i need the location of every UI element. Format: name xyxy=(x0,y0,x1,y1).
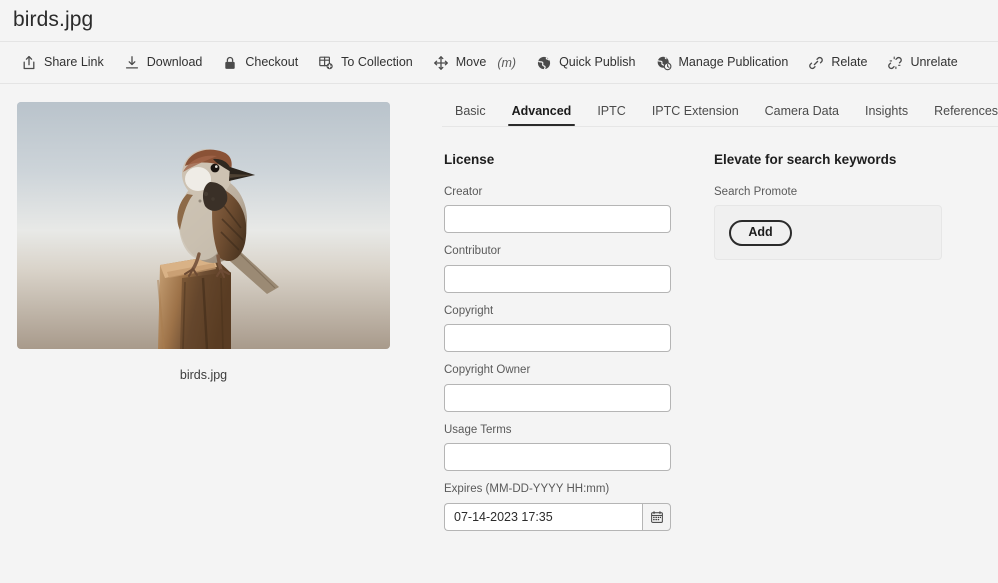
action-toolbar: Share Link Download Checkout xyxy=(0,42,998,83)
share-link-icon xyxy=(21,55,37,71)
creator-input[interactable] xyxy=(444,205,671,233)
tab-iptc-extension[interactable]: IPTC Extension xyxy=(639,105,752,127)
relate-label: Relate xyxy=(831,56,867,69)
advanced-tab-content: License Creator Contributor Copyright xyxy=(440,127,998,544)
license-section: License Creator Contributor Copyright xyxy=(440,153,713,544)
tab-iptc[interactable]: IPTC xyxy=(584,105,638,127)
to-collection-button[interactable]: To Collection xyxy=(309,48,422,78)
broken-link-icon xyxy=(887,55,903,71)
quick-publish-label: Quick Publish xyxy=(559,56,635,69)
tab-camera-data[interactable]: Camera Data xyxy=(752,105,852,127)
asset-filename-caption: birds.jpg xyxy=(17,368,390,382)
relate-button[interactable]: Relate xyxy=(799,48,876,78)
expires-field-group: Expires (MM-DD-YYYY HH:mm) xyxy=(444,484,713,531)
calendar-icon xyxy=(650,510,664,524)
license-section-title: License xyxy=(444,153,713,167)
lock-icon xyxy=(222,55,238,71)
expires-input[interactable] xyxy=(444,503,642,531)
page-header: birds.jpg xyxy=(0,0,998,41)
usage-terms-input[interactable] xyxy=(444,443,671,471)
checkout-label: Checkout xyxy=(245,56,298,69)
move-label: Move xyxy=(456,56,487,69)
elevate-section: Elevate for search keywords Search Promo… xyxy=(713,153,998,544)
manage-publication-label: Manage Publication xyxy=(679,56,789,69)
contributor-field-group: Contributor xyxy=(444,246,713,293)
tab-advanced[interactable]: Advanced xyxy=(499,105,585,127)
copyright-owner-field-group: Copyright Owner xyxy=(444,365,713,412)
search-promote-label: Search Promote xyxy=(714,187,998,199)
share-link-button[interactable]: Share Link xyxy=(12,48,113,78)
copyright-owner-label: Copyright Owner xyxy=(444,365,713,377)
add-search-promote-button[interactable]: Add xyxy=(729,220,792,246)
to-collection-label: To Collection xyxy=(341,56,413,69)
tab-references[interactable]: References xyxy=(921,105,998,127)
download-label: Download xyxy=(147,56,203,69)
copyright-label: Copyright xyxy=(444,306,713,318)
tab-advanced-label: Advanced xyxy=(512,104,572,118)
unrelate-label: Unrelate xyxy=(910,56,957,69)
tab-iptc-label: IPTC xyxy=(597,104,625,118)
expires-label: Expires (MM-DD-YYYY HH:mm) xyxy=(444,484,713,496)
bird-photo xyxy=(17,102,390,349)
page-title: birds.jpg xyxy=(13,9,93,32)
link-icon xyxy=(808,55,824,71)
tab-basic-label: Basic xyxy=(455,104,486,118)
usage-terms-label: Usage Terms xyxy=(444,425,713,437)
checkout-button[interactable]: Checkout xyxy=(213,48,307,78)
tab-references-label: References xyxy=(934,104,998,118)
copyright-input[interactable] xyxy=(444,324,671,352)
tab-camera-data-label: Camera Data xyxy=(765,104,839,118)
metadata-panel: Basic Advanced IPTC IPTC Extension Camer… xyxy=(440,84,998,583)
search-promote-box: Add xyxy=(714,205,942,260)
contributor-label: Contributor xyxy=(444,246,713,258)
tab-iptc-extension-label: IPTC Extension xyxy=(652,104,739,118)
asset-thumbnail[interactable] xyxy=(17,102,390,349)
usage-terms-field-group: Usage Terms xyxy=(444,425,713,472)
unrelate-button[interactable]: Unrelate xyxy=(878,48,966,78)
copyright-owner-input[interactable] xyxy=(444,384,671,412)
expires-date-row xyxy=(444,503,713,531)
tab-insights[interactable]: Insights xyxy=(852,105,921,127)
share-link-label: Share Link xyxy=(44,56,104,69)
asset-details-page: birds.jpg Share Link Download xyxy=(0,0,998,583)
tab-insights-label: Insights xyxy=(865,104,908,118)
download-button[interactable]: Download xyxy=(115,48,212,78)
creator-field-group: Creator xyxy=(444,187,713,234)
asset-preview-panel: birds.jpg xyxy=(0,84,440,583)
calendar-picker-button[interactable] xyxy=(642,503,671,531)
copyright-field-group: Copyright xyxy=(444,306,713,353)
move-shortcut-hint: (m) xyxy=(497,56,516,70)
move-button[interactable]: Move (m) xyxy=(424,48,525,78)
creator-label: Creator xyxy=(444,187,713,199)
quick-publish-icon xyxy=(536,55,552,71)
download-icon xyxy=(124,55,140,71)
content-area: birds.jpg Basic Advanced IPTC IPTC Exten… xyxy=(0,84,998,583)
manage-publication-button[interactable]: Manage Publication xyxy=(647,48,798,78)
contributor-input[interactable] xyxy=(444,265,671,293)
manage-publication-icon xyxy=(656,55,672,71)
metadata-tabs: Basic Advanced IPTC IPTC Extension Camer… xyxy=(440,90,998,126)
elevate-section-title: Elevate for search keywords xyxy=(714,153,998,167)
quick-publish-button[interactable]: Quick Publish xyxy=(527,48,644,78)
tab-basic[interactable]: Basic xyxy=(442,105,499,127)
move-icon xyxy=(433,55,449,71)
to-collection-icon xyxy=(318,55,334,71)
